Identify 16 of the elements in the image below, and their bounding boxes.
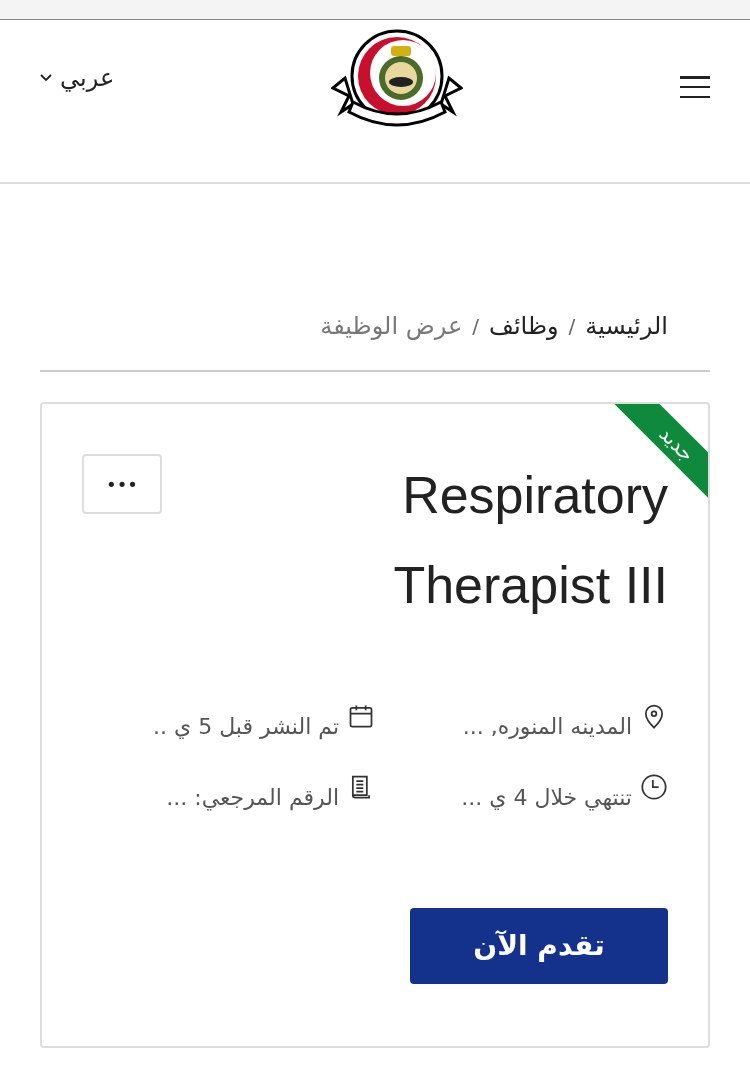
language-selector[interactable]: عربي [60,66,115,90]
chevron-down-icon [40,73,52,83]
menu-button[interactable] [680,76,710,98]
breadcrumb-link[interactable]: عرض الوظيفة [320,308,463,344]
job-title: Respiratory Therapist III [392,465,668,616]
apply-button[interactable]: تقدم الآن [410,908,668,984]
job-meta-text: تم النشر قبل 5 ي .. [153,713,339,742]
job-meta-text: المدينه المنوره, ... [462,713,632,741]
breadcrumb-link[interactable]: وظائف [489,308,559,344]
clock-icon [640,773,668,801]
more-options-button[interactable]: ••• [82,454,162,514]
job-meta-text: الرقم المرجعي: ... [166,784,339,813]
job-meta-text: تنتهي خلال 4 ي ... [461,784,632,813]
breadcrumb-link[interactable]: الرئيسية [585,308,668,344]
breadcrumb-separator: / [472,313,480,340]
breadcrumb-separator: / [568,313,576,340]
